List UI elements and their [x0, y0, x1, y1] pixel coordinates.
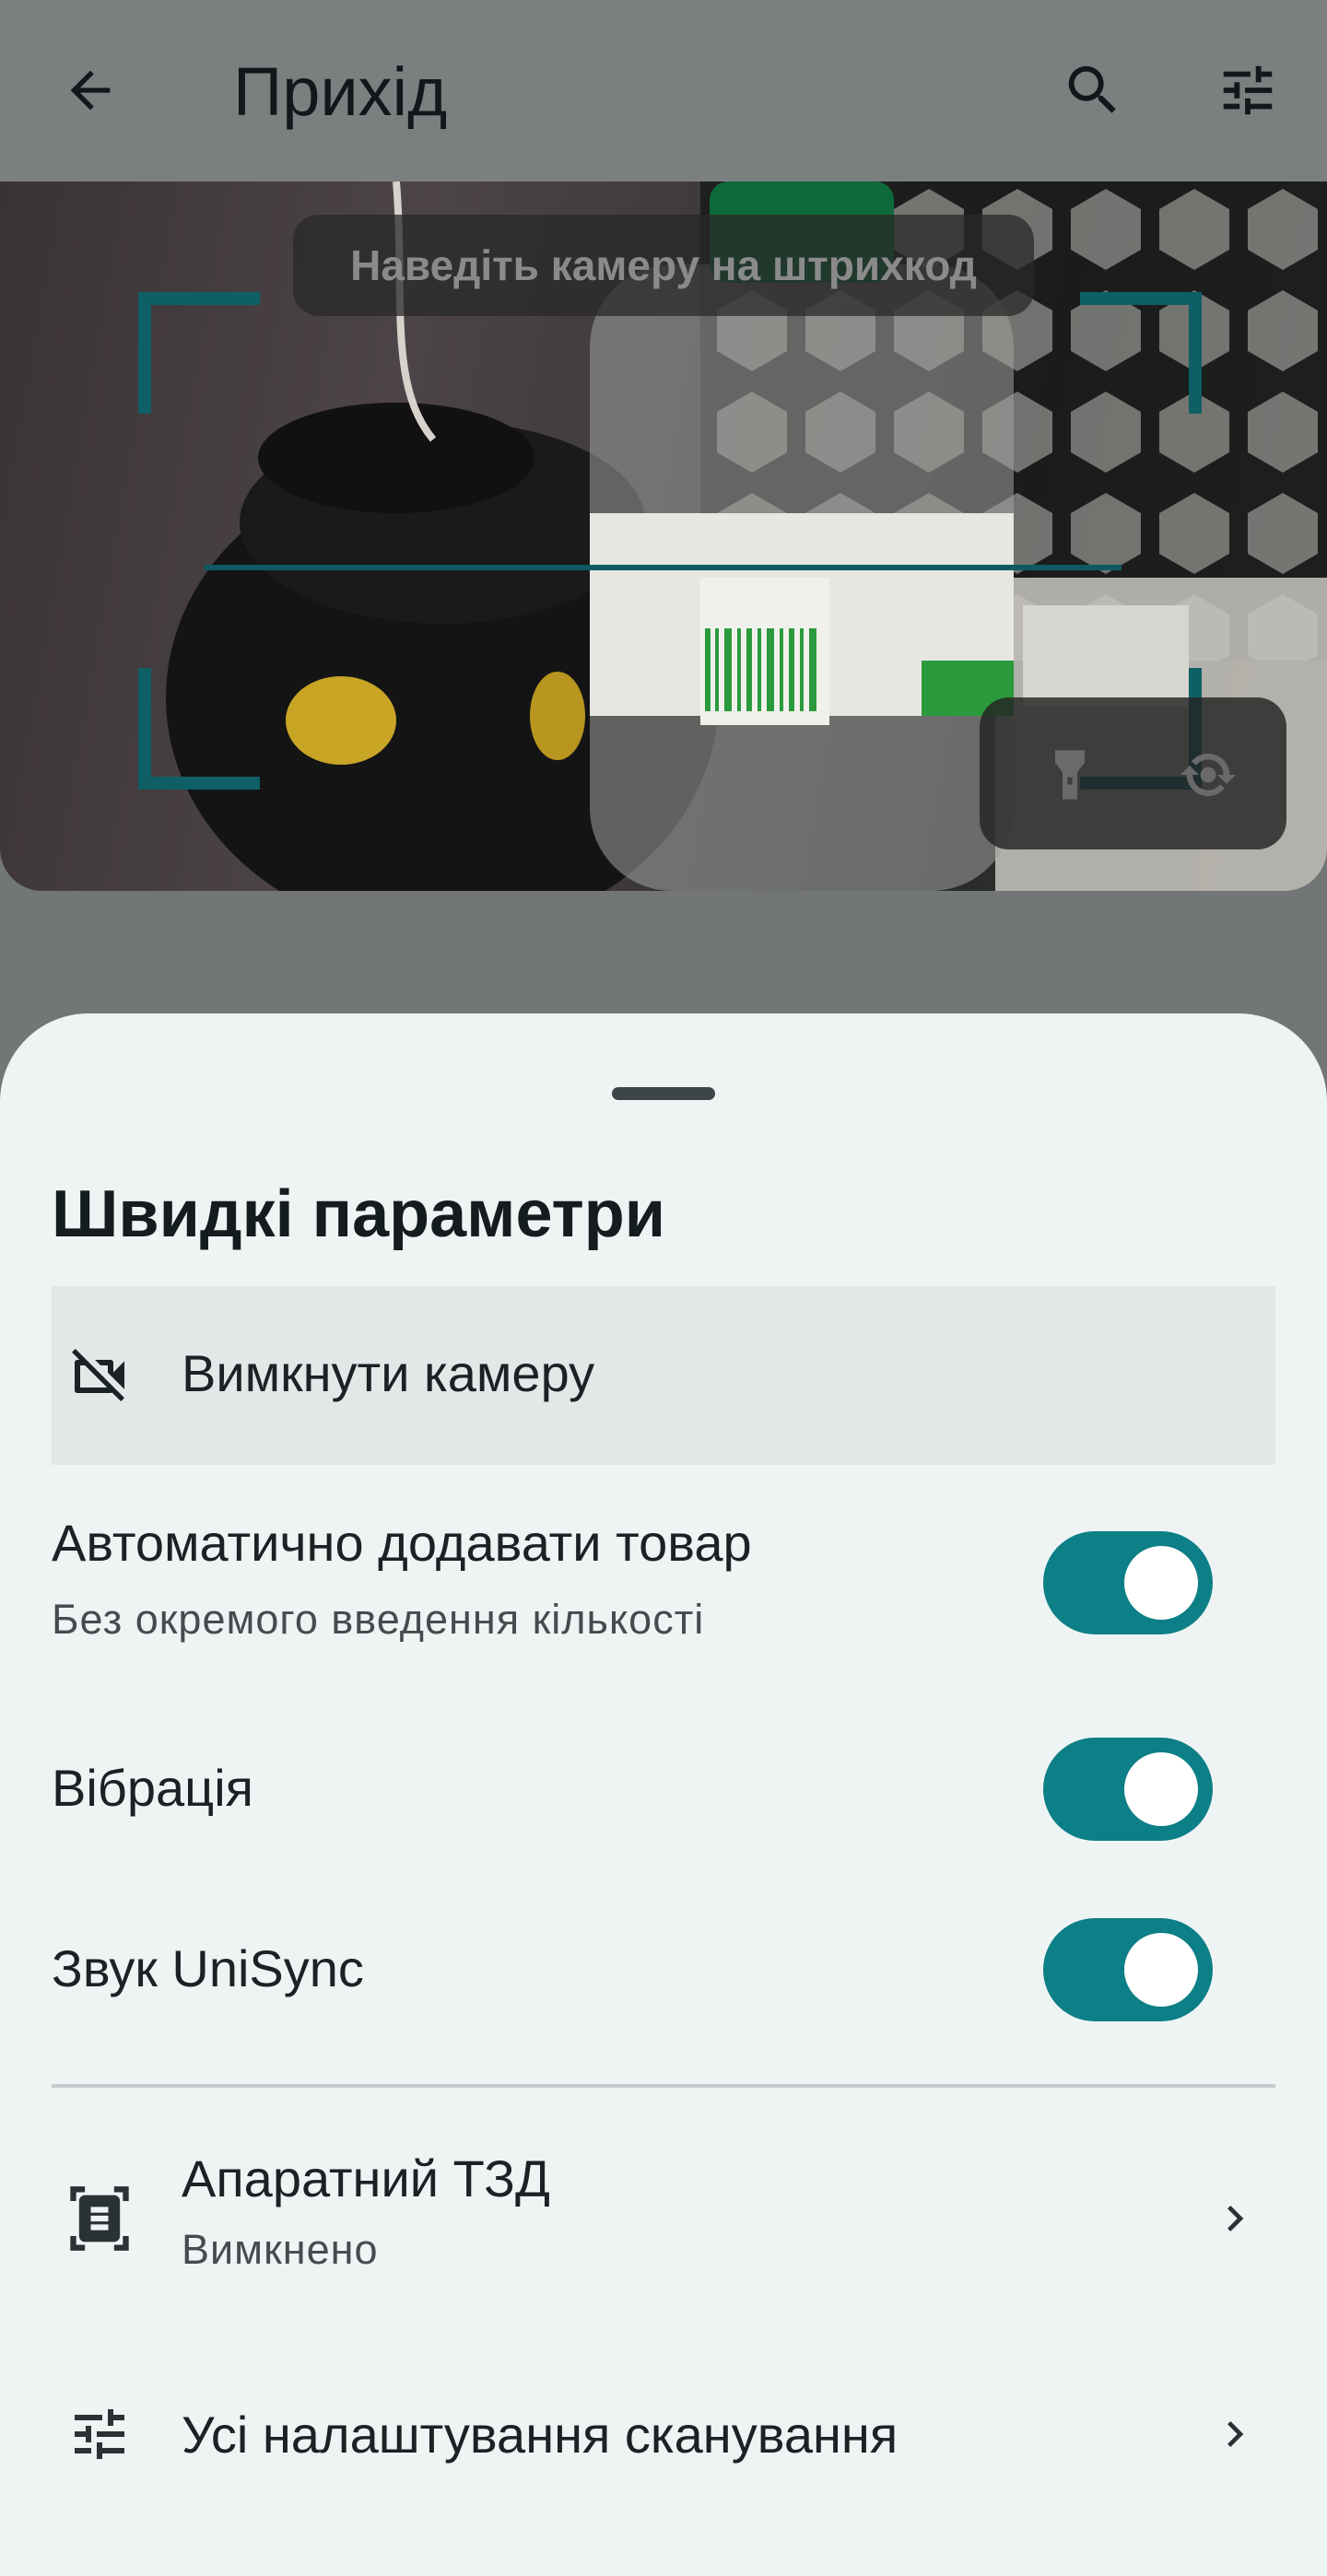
scan-frame-corner: [138, 292, 260, 414]
camera-controls: [980, 697, 1286, 849]
scan-frame-corner: [138, 668, 260, 790]
document-scanner-icon: [55, 2174, 144, 2263]
hardware-scanner-status: Вимкнено: [182, 2226, 379, 2273]
chevron-right-icon: [1202, 2401, 1268, 2467]
tune-icon[interactable]: [1204, 46, 1292, 135]
vibration-switch[interactable]: [1043, 1738, 1213, 1841]
auto-add-label: Автоматично додавати товар: [52, 1514, 752, 1572]
flip-camera-icon[interactable]: [1164, 731, 1252, 819]
auto-add-sublabel: Без окремого введення кількості: [52, 1596, 705, 1643]
flashlight-icon[interactable]: [1026, 731, 1114, 819]
sound-label: Звук UniSync: [52, 1939, 364, 1997]
camera-off-label: Вимкнути камеру: [182, 1344, 595, 1402]
drag-handle[interactable]: [612, 1087, 715, 1100]
vibration-label: Вібрація: [52, 1759, 253, 1817]
sound-switch[interactable]: [1043, 1918, 1213, 2021]
auto-add-switch[interactable]: [1043, 1531, 1213, 1634]
switch-knob: [1124, 1752, 1198, 1826]
all-scan-settings-item[interactable]: Усі налаштування сканування: [52, 2386, 1275, 2488]
tune-icon: [55, 2390, 144, 2478]
hardware-scanner-item[interactable]: Апаратний ТЗД Вимкнено: [52, 2147, 1275, 2294]
divider: [52, 2084, 1275, 2088]
switch-knob: [1124, 1546, 1198, 1620]
scan-frame-corner: [1080, 292, 1202, 414]
switch-knob: [1124, 1933, 1198, 2007]
arrow-back-icon[interactable]: [46, 46, 135, 135]
page-title: Прихід: [233, 53, 448, 130]
videocam-off-icon: [55, 1332, 144, 1421]
chevron-right-icon: [1202, 2185, 1268, 2252]
camera-preview[interactable]: Наведіть камеру на штрихкод: [0, 181, 1327, 891]
camera-off-button[interactable]: Вимкнути камеру: [52, 1286, 1275, 1465]
quick-settings-sheet: Швидкі параметри Вимкнути камеру Автомат…: [0, 1013, 1327, 2576]
scan-hint: Наведіть камеру на штрихкод: [293, 215, 1034, 316]
hardware-scanner-label: Апаратний ТЗД: [182, 2149, 550, 2207]
app-bar: Прихід: [0, 0, 1327, 181]
all-scan-settings-label: Усі налаштування сканування: [182, 2406, 898, 2464]
sheet-title: Швидкі параметри: [52, 1177, 666, 1251]
search-icon[interactable]: [1049, 46, 1137, 135]
scan-line: [205, 565, 1121, 570]
